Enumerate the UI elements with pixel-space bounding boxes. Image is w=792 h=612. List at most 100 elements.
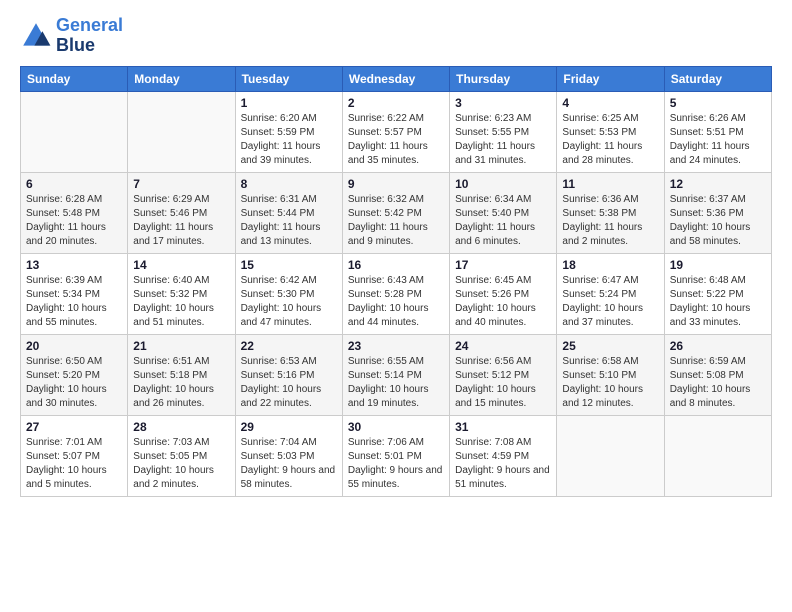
day-detail: Sunrise: 6:51 AM Sunset: 5:18 PM Dayligh… — [133, 355, 229, 411]
day-detail: Sunrise: 6:40 AM Sunset: 5:32 PM Dayligh… — [133, 274, 229, 330]
calendar-week-row: 20 Sunrise: 6:50 AM Sunset: 5:20 PM Dayli… — [21, 334, 772, 415]
logo-icon — [20, 20, 52, 52]
day-detail: Sunrise: 6:37 AM Sunset: 5:36 PM Dayligh… — [670, 193, 766, 249]
calendar-day-cell: 22 Sunrise: 6:53 AM Sunset: 5:16 PM Dayli… — [235, 334, 342, 415]
day-detail: Sunrise: 6:22 AM Sunset: 5:57 PM Dayligh… — [348, 112, 444, 168]
day-detail: Sunrise: 6:20 AM Sunset: 5:59 PM Dayligh… — [241, 112, 337, 168]
day-number: 23 — [348, 339, 444, 353]
calendar-day-cell: 5Sunrise: 6:26 AM Sunset: 5:51 PM Daylig… — [664, 91, 771, 172]
day-number: 13 — [26, 258, 122, 272]
day-detail: Sunrise: 6:59 AM Sunset: 5:08 PM Dayligh… — [670, 355, 766, 411]
calendar-header-cell: Saturday — [664, 66, 771, 91]
calendar-day-cell: 1 Sunrise: 6:20 AM Sunset: 5:59 PM Daylig… — [235, 91, 342, 172]
day-detail: Sunrise: 6:53 AM Sunset: 5:16 PM Dayligh… — [241, 355, 337, 411]
calendar-day-cell: 30 Sunrise: 7:06 AM Sunset: 5:01 PM Dayli… — [342, 415, 449, 496]
calendar-day-cell: 27Sunrise: 7:01 AM Sunset: 5:07 PM Dayli… — [21, 415, 128, 496]
day-number: 27 — [26, 420, 122, 434]
calendar-week-row: 13 Sunrise: 6:39 AM Sunset: 5:34 PM Dayli… — [21, 253, 772, 334]
day-number: 9 — [348, 177, 444, 191]
day-number: 17 — [455, 258, 551, 272]
day-detail: Sunrise: 6:42 AM Sunset: 5:30 PM Dayligh… — [241, 274, 337, 330]
day-number: 21 — [133, 339, 229, 353]
calendar-day-cell: 21 Sunrise: 6:51 AM Sunset: 5:18 PM Dayli… — [128, 334, 235, 415]
calendar-day-cell: 24 Sunrise: 6:56 AM Sunset: 5:12 PM Dayli… — [450, 334, 557, 415]
calendar-header-cell: Sunday — [21, 66, 128, 91]
day-number: 22 — [241, 339, 337, 353]
page: General Blue SundayMondayTuesdayWednesda… — [0, 0, 792, 507]
day-number: 11 — [562, 177, 658, 191]
day-detail: Sunrise: 6:25 AM Sunset: 5:53 PM Dayligh… — [562, 112, 658, 168]
day-number: 18 — [562, 258, 658, 272]
calendar-day-cell: 16Sunrise: 6:43 AM Sunset: 5:28 PM Dayli… — [342, 253, 449, 334]
day-number: 16 — [348, 258, 444, 272]
calendar-day-cell: 10Sunrise: 6:34 AM Sunset: 5:40 PM Dayli… — [450, 172, 557, 253]
calendar-day-cell: 9 Sunrise: 6:32 AM Sunset: 5:42 PM Daylig… — [342, 172, 449, 253]
calendar-day-cell: 2Sunrise: 6:22 AM Sunset: 5:57 PM Daylig… — [342, 91, 449, 172]
day-number: 14 — [133, 258, 229, 272]
day-detail: Sunrise: 6:47 AM Sunset: 5:24 PM Dayligh… — [562, 274, 658, 330]
calendar-day-cell: 19 Sunrise: 6:48 AM Sunset: 5:22 PM Dayli… — [664, 253, 771, 334]
day-number: 3 — [455, 96, 551, 110]
calendar-day-cell: 15 Sunrise: 6:42 AM Sunset: 5:30 PM Dayli… — [235, 253, 342, 334]
day-number: 8 — [241, 177, 337, 191]
logo-text: General Blue — [56, 16, 123, 56]
calendar-day-cell: 11 Sunrise: 6:36 AM Sunset: 5:38 PM Dayli… — [557, 172, 664, 253]
calendar-day-cell — [664, 415, 771, 496]
calendar-day-cell: 7Sunrise: 6:29 AM Sunset: 5:46 PM Daylig… — [128, 172, 235, 253]
day-number: 6 — [26, 177, 122, 191]
header: General Blue — [20, 16, 772, 56]
calendar-day-cell: 4 Sunrise: 6:25 AM Sunset: 5:53 PM Daylig… — [557, 91, 664, 172]
calendar-day-cell: 18 Sunrise: 6:47 AM Sunset: 5:24 PM Dayli… — [557, 253, 664, 334]
calendar-day-cell: 3 Sunrise: 6:23 AM Sunset: 5:55 PM Daylig… — [450, 91, 557, 172]
calendar-day-cell: 31 Sunrise: 7:08 AM Sunset: 4:59 PM Dayli… — [450, 415, 557, 496]
calendar-day-cell — [557, 415, 664, 496]
day-number: 26 — [670, 339, 766, 353]
day-detail: Sunrise: 6:36 AM Sunset: 5:38 PM Dayligh… — [562, 193, 658, 249]
day-detail: Sunrise: 6:55 AM Sunset: 5:14 PM Dayligh… — [348, 355, 444, 411]
calendar-day-cell: 17 Sunrise: 6:45 AM Sunset: 5:26 PM Dayli… — [450, 253, 557, 334]
day-number: 24 — [455, 339, 551, 353]
day-number: 10 — [455, 177, 551, 191]
day-number: 1 — [241, 96, 337, 110]
calendar-day-cell: 13 Sunrise: 6:39 AM Sunset: 5:34 PM Dayli… — [21, 253, 128, 334]
day-number: 15 — [241, 258, 337, 272]
day-detail: Sunrise: 6:23 AM Sunset: 5:55 PM Dayligh… — [455, 112, 551, 168]
calendar-day-cell — [21, 91, 128, 172]
day-detail: Sunrise: 7:08 AM Sunset: 4:59 PM Dayligh… — [455, 436, 551, 492]
day-number: 5 — [670, 96, 766, 110]
calendar-header-cell: Tuesday — [235, 66, 342, 91]
calendar-day-cell — [128, 91, 235, 172]
day-number: 31 — [455, 420, 551, 434]
day-detail: Sunrise: 6:39 AM Sunset: 5:34 PM Dayligh… — [26, 274, 122, 330]
calendar-header-cell: Friday — [557, 66, 664, 91]
day-number: 29 — [241, 420, 337, 434]
day-number: 4 — [562, 96, 658, 110]
calendar-header-cell: Wednesday — [342, 66, 449, 91]
logo: General Blue — [20, 16, 123, 56]
day-detail: Sunrise: 6:29 AM Sunset: 5:46 PM Dayligh… — [133, 193, 229, 249]
day-number: 28 — [133, 420, 229, 434]
day-number: 25 — [562, 339, 658, 353]
calendar-header-row: SundayMondayTuesdayWednesdayThursdayFrid… — [21, 66, 772, 91]
calendar-day-cell: 6Sunrise: 6:28 AM Sunset: 5:48 PM Daylig… — [21, 172, 128, 253]
calendar-day-cell: 23 Sunrise: 6:55 AM Sunset: 5:14 PM Dayli… — [342, 334, 449, 415]
day-detail: Sunrise: 6:56 AM Sunset: 5:12 PM Dayligh… — [455, 355, 551, 411]
day-number: 19 — [670, 258, 766, 272]
day-number: 20 — [26, 339, 122, 353]
day-detail: Sunrise: 6:50 AM Sunset: 5:20 PM Dayligh… — [26, 355, 122, 411]
calendar-day-cell: 26 Sunrise: 6:59 AM Sunset: 5:08 PM Dayli… — [664, 334, 771, 415]
calendar-header-cell: Monday — [128, 66, 235, 91]
day-detail: Sunrise: 7:06 AM Sunset: 5:01 PM Dayligh… — [348, 436, 444, 492]
day-detail: Sunrise: 6:32 AM Sunset: 5:42 PM Dayligh… — [348, 193, 444, 249]
calendar-day-cell: 12Sunrise: 6:37 AM Sunset: 5:36 PM Dayli… — [664, 172, 771, 253]
calendar-day-cell: 20 Sunrise: 6:50 AM Sunset: 5:20 PM Dayli… — [21, 334, 128, 415]
day-detail: Sunrise: 6:58 AM Sunset: 5:10 PM Dayligh… — [562, 355, 658, 411]
calendar-day-cell: 28 Sunrise: 7:03 AM Sunset: 5:05 PM Dayli… — [128, 415, 235, 496]
calendar-day-cell: 14 Sunrise: 6:40 AM Sunset: 5:32 PM Dayli… — [128, 253, 235, 334]
day-detail: Sunrise: 7:03 AM Sunset: 5:05 PM Dayligh… — [133, 436, 229, 492]
day-number: 30 — [348, 420, 444, 434]
day-detail: Sunrise: 6:48 AM Sunset: 5:22 PM Dayligh… — [670, 274, 766, 330]
calendar-week-row: 1 Sunrise: 6:20 AM Sunset: 5:59 PM Daylig… — [21, 91, 772, 172]
day-detail: Sunrise: 6:45 AM Sunset: 5:26 PM Dayligh… — [455, 274, 551, 330]
calendar-day-cell: 29Sunrise: 7:04 AM Sunset: 5:03 PM Dayli… — [235, 415, 342, 496]
